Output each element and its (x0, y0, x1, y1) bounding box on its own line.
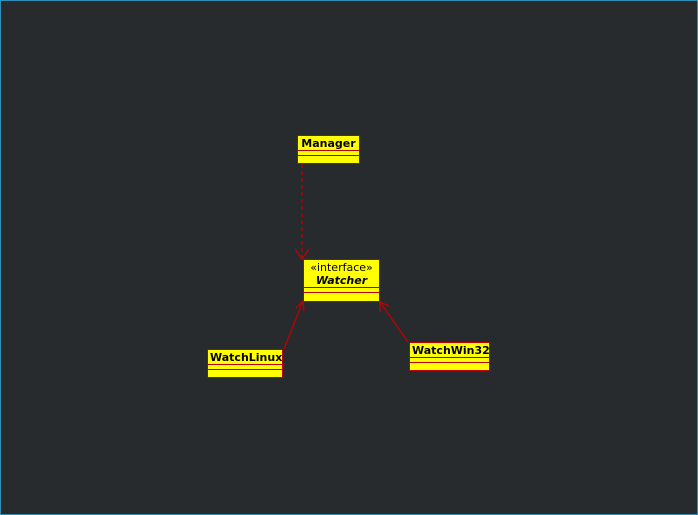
operations-compartment (208, 369, 282, 374)
interface-header: «interface» Watcher (304, 260, 379, 287)
realization-edge-watchwin32-watcher (379, 301, 409, 343)
realization-edge-watchlinux-watcher (283, 300, 304, 350)
operations-compartment (298, 155, 359, 160)
class-name: WatchWin32 (412, 344, 490, 357)
class-name: WatchLinux (210, 351, 283, 364)
interface-name: Watcher (315, 274, 368, 287)
class-name: Manager (301, 137, 356, 150)
operations-compartment (304, 292, 379, 297)
stereotype-label: «interface» (310, 261, 373, 274)
class-manager[interactable]: Manager (297, 135, 360, 164)
operations-compartment (410, 362, 489, 367)
class-watchwin32[interactable]: WatchWin32 (409, 342, 490, 371)
class-watchlinux[interactable]: WatchLinux (207, 349, 283, 378)
interface-watcher[interactable]: «interface» Watcher (303, 259, 380, 302)
relation-edges (283, 164, 409, 350)
